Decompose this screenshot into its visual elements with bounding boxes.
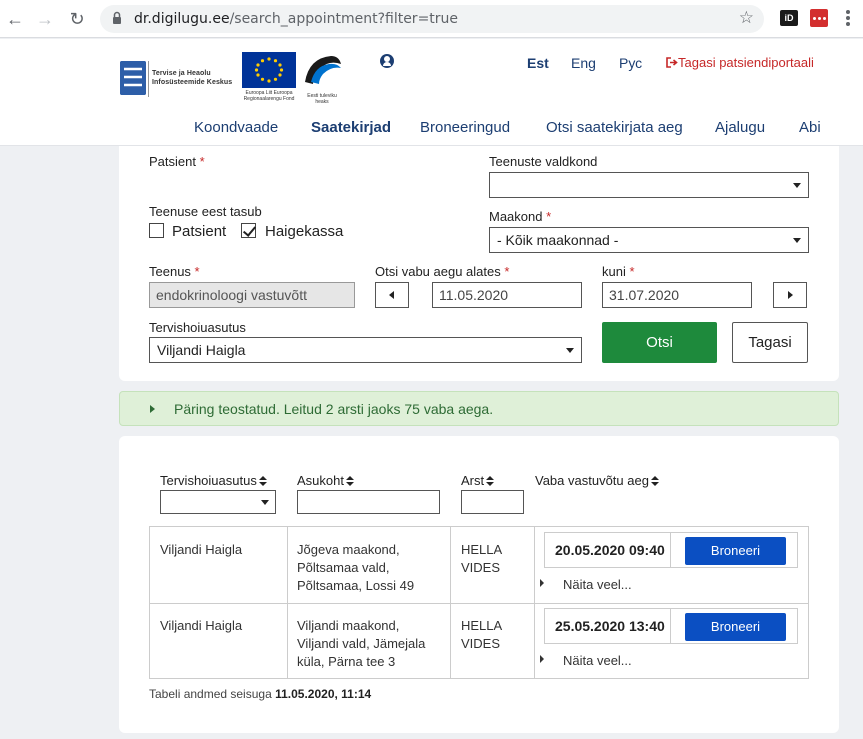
institution-label: Tervishoiuasutus (149, 320, 246, 335)
payer-patient-label: Patsient (172, 223, 227, 240)
show-more-link[interactable]: Näita veel... (563, 577, 632, 592)
county-select[interactable]: - Kõik maakonnad - (489, 227, 809, 253)
patient-name-value (145, 173, 249, 191)
date-next-button[interactable] (773, 282, 807, 308)
coat-of-arms-icon (120, 61, 146, 95)
sort-icon (258, 476, 267, 486)
eu-caption: Euroopa Liit Euroopa Regionaalarengu Fon… (243, 90, 295, 102)
slot-time: 25.05.2020 13:40 (555, 618, 665, 634)
sign-out-icon (666, 57, 678, 68)
date-from-input[interactable]: 11.05.2020 (432, 282, 582, 308)
date-to-label: kuni * (602, 264, 635, 279)
patient-label: Patsient * (149, 154, 205, 169)
column-header-location[interactable]: Asukoht (297, 473, 354, 488)
sort-icon (486, 476, 495, 486)
browser-menu-icon[interactable] (846, 10, 850, 28)
book-button[interactable]: Broneeri (685, 537, 786, 565)
date-from-label: Otsi vabu aegu alates * (375, 264, 510, 279)
column-divider (534, 526, 535, 679)
nav-abi[interactable]: Abi (799, 119, 821, 136)
institution-select[interactable]: Viljandi Haigla (149, 337, 582, 363)
nav-otsi-saatekirjata-aeg[interactable]: Otsi saatekirjata aeg (546, 119, 683, 136)
doctor-filter-input[interactable] (461, 490, 524, 514)
service-area-label: Teenuste valdkond (489, 154, 598, 169)
lang-rus[interactable]: Рус (619, 55, 642, 71)
show-more-link[interactable]: Näita veel... (563, 653, 632, 668)
back-to-portal-link[interactable]: Tagasi patsiendiportaali (666, 55, 814, 70)
eu-flag-icon (242, 52, 296, 88)
slot-time: 20.05.2020 09:40 (555, 542, 665, 558)
reload-icon[interactable]: ↻ (66, 8, 88, 30)
forward-arrow-icon[interactable]: → (34, 8, 56, 30)
book-button[interactable]: Broneeri (685, 613, 786, 641)
nav-broneeringud[interactable]: Broneeringud (420, 119, 510, 136)
service-label: Teenus * (149, 264, 200, 279)
back-button[interactable]: Tagasi (732, 322, 808, 363)
date-to-input[interactable]: 31.07.2020 (602, 282, 752, 308)
payer-patient-checkbox[interactable] (149, 223, 164, 238)
row-divider (149, 603, 809, 604)
location-filter-input[interactable] (297, 490, 440, 514)
slot-box: 25.05.2020 13:40 Broneeri (544, 608, 798, 644)
caret-right-icon (540, 579, 544, 587)
cell-location: Jõgeva maakond, Põltsamaa vald, Põltsamaa,… (297, 542, 415, 593)
nav-koondvaade[interactable]: Koondvaade (194, 119, 278, 136)
cell-institution: Viljandi Haigla (160, 542, 243, 557)
column-divider (287, 526, 288, 679)
column-header-institution[interactable]: Tervishoiuasutus (160, 473, 267, 488)
lang-est[interactable]: Est (527, 55, 549, 71)
sort-icon (650, 476, 659, 486)
cell-doctor: HELLA VIDES (461, 618, 503, 651)
date-prev-button[interactable] (375, 282, 409, 308)
cell-doctor: HELLA VIDES (461, 542, 503, 575)
success-alert[interactable]: Päring teostatud. Leitud 2 arsti jaoks 7… (119, 391, 839, 426)
lock-icon (113, 11, 121, 24)
column-divider (450, 526, 451, 679)
payer-insurance-checkbox[interactable] (241, 223, 256, 238)
ee-caption: Eesti tuleviku heaks (307, 93, 337, 105)
payer-label: Teenuse eest tasub (149, 204, 262, 219)
estonia-future-logo (305, 56, 341, 84)
nav-ajalugu[interactable]: Ajalugu (715, 119, 765, 136)
site-header: Tervise ja Heaolu Infosüsteemide Keskus E… (0, 39, 863, 146)
caret-right-icon (540, 655, 544, 663)
county-label: Maakond * (489, 209, 552, 224)
nav-saatekirjad[interactable]: Saatekirjad (311, 119, 391, 136)
slot-box: 20.05.2020 09:40 Broneeri (544, 532, 798, 568)
user-icon[interactable] (380, 54, 394, 68)
institution-filter-select[interactable] (160, 490, 276, 514)
password-extension-icon[interactable] (810, 9, 828, 27)
lang-eng[interactable]: Eng (571, 55, 596, 71)
bookmark-star-icon[interactable]: ☆ (739, 8, 754, 28)
caret-right-icon (150, 405, 155, 413)
alert-text: Päring teostatud. Leitud 2 arsti jaoks 7… (174, 401, 494, 417)
address-bar[interactable]: dr.digilugu.ee/search_appointment?filter… (100, 5, 764, 33)
search-button[interactable]: Otsi (602, 322, 717, 363)
back-arrow-icon[interactable]: ← (4, 8, 26, 30)
column-header-free-time[interactable]: Vaba vastuvõtu aeg (535, 473, 659, 488)
service-area-select[interactable] (489, 172, 809, 198)
cell-location: Viljandi maakond, Viljandi vald, Jämejala… (297, 618, 426, 669)
url-text: dr.digilugu.ee/search_appointment?filter… (134, 11, 459, 27)
sort-icon (345, 476, 354, 486)
browser-toolbar: ← → ↻ dr.digilugu.ee/search_appointment?… (0, 0, 863, 38)
id-extension-icon[interactable]: iD (780, 10, 798, 26)
payer-insurance-label: Haigekassa (265, 223, 344, 240)
service-input: endokrinoloogi vastuvõtt (149, 282, 355, 308)
cell-institution: Viljandi Haigla (160, 618, 243, 633)
column-header-doctor[interactable]: Arst (461, 473, 495, 488)
table-data-timestamp: Tabeli andmed seisuga 11.05.2020, 11:14 (149, 687, 372, 701)
